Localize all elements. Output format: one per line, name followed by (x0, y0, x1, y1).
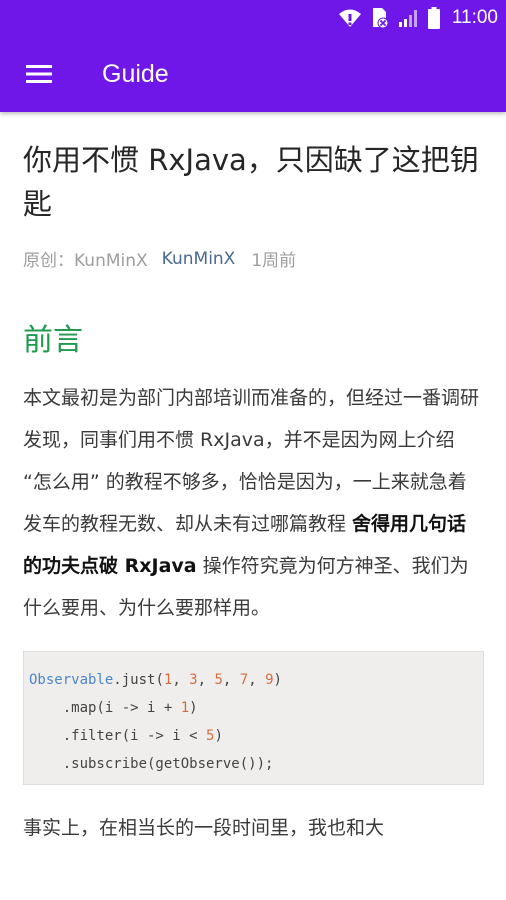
toolbar: Guide (0, 36, 506, 112)
code-paren: ) (214, 728, 223, 744)
sim-no-signal-icon (372, 8, 389, 29)
code-sep: , (197, 672, 215, 688)
app-bar: 11:00 Guide (0, 0, 506, 112)
paragraph-emphasis-rxjava: RxJava (124, 555, 197, 577)
publish-time: 1周前 (251, 251, 297, 271)
article-title: 你用不惯 RxJava，只因缺了这把钥匙 (23, 143, 479, 221)
code-line-subscribe: .subscribe(getObserve()); (29, 756, 274, 772)
hamburger-menu-icon (26, 65, 52, 83)
article-meta: 原创：KunMinX KunMinX 1周前 (23, 246, 483, 272)
paragraph-continued: 事实上，在相当长的一段时间里，我也和大 (23, 817, 385, 839)
code-number: 1 (180, 700, 190, 716)
menu-button[interactable] (0, 36, 78, 112)
article-content: 你用不惯 RxJava，只因缺了这把钥匙 原创：KunMinX KunMinX … (23, 112, 484, 849)
cellular-signal-icon (398, 10, 417, 27)
toolbar-title: Guide (102, 59, 169, 88)
code-paren: ) (273, 672, 282, 688)
status-time: 11:00 (451, 7, 498, 28)
code-sep: , (248, 672, 266, 688)
code-call: .just( (113, 672, 164, 688)
code-line-map: .map(i -> i + (29, 700, 181, 716)
code-block: Observable.just( 1, 3, 5, 7, 9) .map(i ->… (23, 651, 484, 785)
code-number: 9 (265, 672, 274, 688)
code-line-filter: .filter(i -> i < (29, 728, 207, 744)
paragraph-intro: 本文最初是为部门内部培训而准备的，但经过一番调研发现，同事们用不惯 RxJava… (23, 377, 483, 629)
source-label: 原创：KunMinX (23, 251, 148, 271)
author-link[interactable]: KunMinX (162, 249, 236, 269)
section-heading: 前言 (23, 323, 83, 358)
battery-icon (427, 7, 440, 29)
code-class: Observable (29, 672, 114, 688)
wifi-icon (338, 9, 361, 27)
code-paren: ) (189, 700, 198, 716)
code-sep: , (172, 672, 190, 688)
code-sep: , (222, 672, 240, 688)
code-number: 5 (214, 672, 223, 688)
code-number: 3 (189, 672, 198, 688)
status-bar: 11:00 (0, 0, 506, 36)
code-number: 7 (239, 672, 249, 688)
